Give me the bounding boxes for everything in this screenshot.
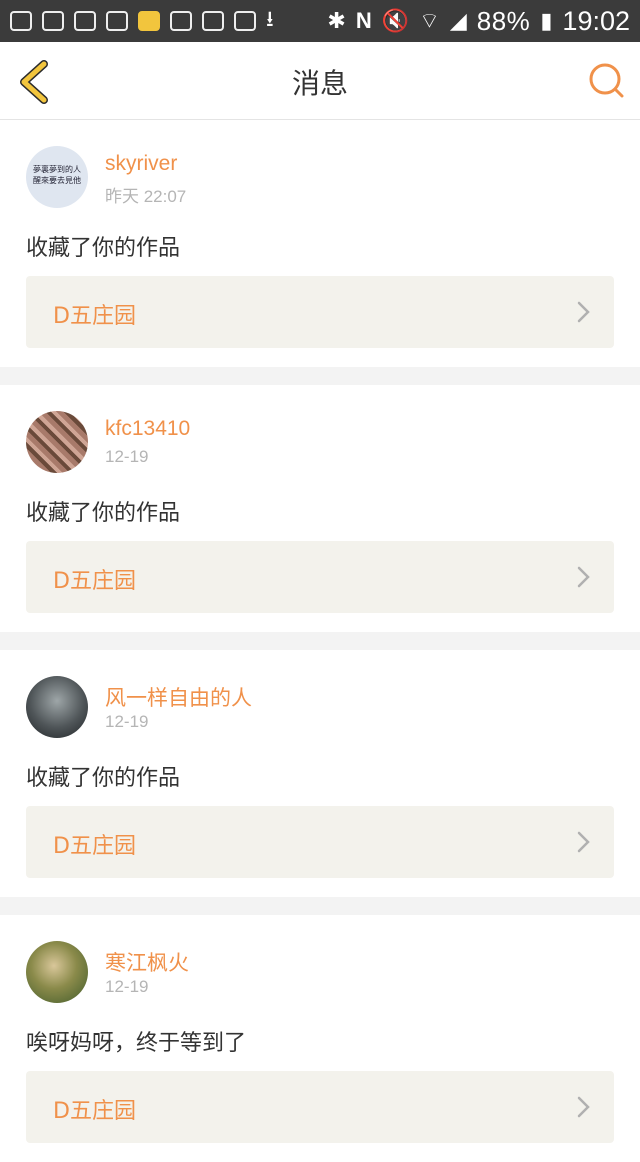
username[interactable]: 寒江枫火	[105, 947, 189, 977]
status-bar: ⭳ ✱ N 🔇 ⌔ ◢ 88% ▮ 19:02	[0, 0, 640, 42]
avatar-image: 夢裏夢到的人 醒來要去見他	[33, 165, 81, 185]
nfc-icon: N	[355, 8, 372, 33]
notification-icons: ⭳	[10, 2, 274, 40]
avatar[interactable]	[26, 941, 88, 1003]
chevron-right-icon	[577, 566, 590, 588]
clipboard-icon	[42, 11, 64, 31]
chevron-right-icon	[577, 831, 590, 853]
work-link[interactable]: D五庄园	[26, 806, 614, 878]
baidu-paw-icon	[106, 11, 128, 31]
work-title: D五庄园	[53, 1099, 136, 1124]
message-card: 风一样自由的人 12-19 收藏了你的作品 D五庄园	[0, 650, 640, 897]
wechat-icon	[234, 11, 256, 31]
work-link[interactable]: D五庄园	[26, 1071, 614, 1143]
image-icon	[74, 11, 96, 31]
signal-icon: ◢	[449, 8, 467, 33]
work-title: D五庄园	[53, 834, 136, 859]
message-time: 昨天 22:07	[105, 187, 187, 206]
avatar[interactable]: 夢裏夢到的人 醒來要去見他	[26, 146, 88, 208]
message-list: 夢裏夢到的人 醒來要去見他 skyriver 昨天 22:07 收藏了你的作品 D…	[0, 120, 640, 1162]
system-status: ✱ N 🔇 ⌔ ◢ 88% ▮ 19:02	[327, 6, 630, 37]
message-text: 收藏了你的作品	[26, 501, 181, 526]
mute-icon: 🔇	[381, 8, 410, 33]
avatar[interactable]	[26, 411, 88, 473]
message-time: 12-19	[105, 447, 149, 466]
chevron-right-icon	[577, 1096, 590, 1118]
download-icon: ⭳	[266, 6, 274, 31]
wifi-icon: ⌔	[419, 8, 440, 33]
message-text: 收藏了你的作品	[26, 236, 181, 261]
bluetooth-icon: ✱	[327, 8, 346, 33]
message-text: 收藏了你的作品	[26, 766, 181, 791]
message-card: 夢裏夢到的人 醒來要去見他 skyriver 昨天 22:07 收藏了你的作品 D…	[0, 120, 640, 367]
page-title: 消息	[291, 67, 348, 100]
username[interactable]: skyriver	[105, 152, 177, 176]
baidu-paw-icon	[202, 11, 224, 31]
app-header: 消息	[0, 42, 640, 120]
avatar[interactable]	[26, 676, 88, 738]
message-time: 12-19	[105, 977, 149, 996]
work-title: D五庄园	[53, 304, 136, 329]
star-app-icon	[138, 11, 160, 31]
work-title: D五庄园	[53, 569, 136, 594]
username[interactable]: 风一样自由的人	[105, 682, 252, 712]
work-link[interactable]: D五庄园	[26, 276, 614, 348]
battery-percent: 88%	[476, 5, 531, 36]
chevron-right-icon	[577, 301, 590, 323]
username[interactable]: kfc13410	[105, 417, 190, 441]
message-card: 寒江枫火 12-19 唉呀妈呀，终于等到了 D五庄园	[0, 915, 640, 1162]
work-link[interactable]: D五庄园	[26, 541, 614, 613]
message-time: 12-19	[105, 712, 149, 731]
message-notification-icon	[10, 11, 32, 31]
search-icon[interactable]	[588, 62, 624, 98]
baidu-paw-icon	[170, 11, 192, 31]
clock: 19:02	[562, 5, 630, 36]
message-card: kfc13410 12-19 收藏了你的作品 D五庄园	[0, 385, 640, 632]
message-text: 唉呀妈呀，终于等到了	[26, 1031, 247, 1056]
battery-icon: ▮	[540, 8, 553, 33]
